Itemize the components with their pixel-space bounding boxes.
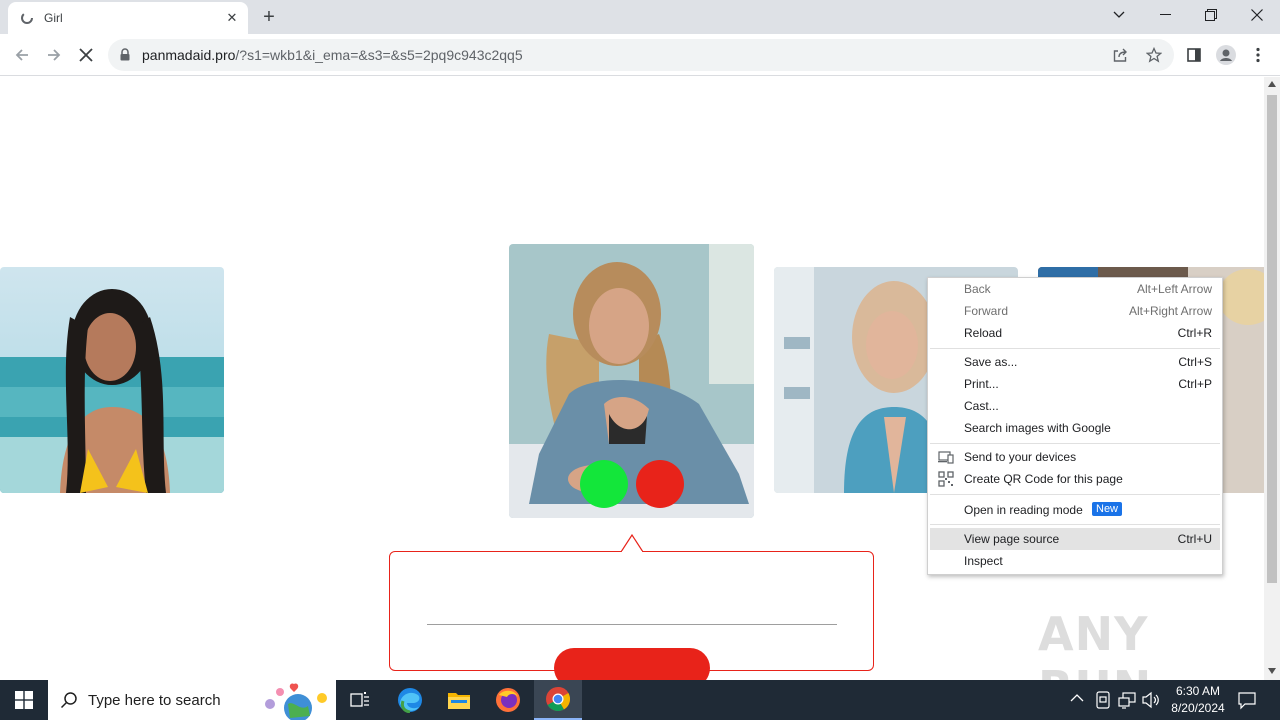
menu-item-label: Save as...: [964, 355, 1018, 369]
edge-icon[interactable]: [386, 680, 434, 720]
qr-code-icon: [938, 471, 954, 487]
menu-item-label: Reload: [964, 326, 1003, 340]
menu-item-shortcut: Ctrl+R: [1177, 326, 1212, 340]
minimize-button[interactable]: [1142, 0, 1188, 30]
popup-pointer: [620, 534, 644, 552]
chrome-icon[interactable]: [534, 680, 582, 720]
browser-toolbar: panmadaid.pro/?s1=wkb1&i_ema=&s3=&s5=2pq…: [0, 34, 1280, 76]
url-host: panmadaid.pro: [142, 47, 236, 63]
menu-item-shortcut: Ctrl+U: [1177, 532, 1212, 546]
task-view-icon[interactable]: [336, 680, 384, 720]
scroll-thumb[interactable]: [1267, 95, 1277, 583]
menu-item-shortcut: Alt+Right Arrow: [1128, 304, 1212, 318]
menu-item-forward[interactable]: Forward Alt+Right Arrow: [930, 300, 1220, 322]
more-menu-icon[interactable]: [1245, 42, 1271, 68]
menu-item-view-source[interactable]: View page source Ctrl+U: [930, 528, 1220, 550]
menu-item-shortcut: Alt+Left Arrow: [1136, 282, 1212, 296]
clock-date: 8/20/2024: [1171, 701, 1225, 715]
menu-item-label: View page source: [964, 532, 1060, 546]
search-icon: [60, 692, 77, 709]
tab-strip: Girl ✕ +: [0, 0, 1280, 34]
share-icon[interactable]: [1112, 47, 1128, 66]
menu-item-save-as[interactable]: Save as... Ctrl+S: [930, 351, 1220, 373]
popup-action-button[interactable]: [554, 648, 710, 680]
new-badge: New: [1092, 502, 1123, 516]
windows-logo-icon: [15, 691, 33, 709]
popup-divider: [427, 624, 837, 625]
restore-button[interactable]: [1188, 0, 1234, 30]
file-explorer-icon[interactable]: [435, 680, 483, 720]
network-icon[interactable]: [1118, 691, 1136, 712]
menu-item-shortcut: Ctrl+S: [1178, 355, 1212, 369]
back-arrow-icon[interactable]: [9, 42, 35, 68]
menu-item-reload[interactable]: Reload Ctrl+R: [930, 322, 1220, 344]
watermark: ANY RUN: [1038, 607, 1151, 680]
address-bar[interactable]: panmadaid.pro/?s1=wkb1&i_ema=&s3=&s5=2pq…: [108, 39, 1174, 71]
url-path: /?s1=wkb1&i_ema=&s3=&s5=2pq9c943c2qq5: [235, 47, 523, 63]
forward-arrow-icon[interactable]: [41, 42, 67, 68]
menu-item-print[interactable]: Print... Ctrl+P: [930, 373, 1220, 395]
close-window-button[interactable]: [1234, 0, 1280, 30]
page-scrollbar[interactable]: [1264, 77, 1280, 680]
stop-loading-icon[interactable]: [73, 42, 99, 68]
taskbar: Type here to search 6:30 AM 8/20/2024: [0, 680, 1280, 720]
scroll-down-icon[interactable]: [1268, 668, 1276, 674]
menu-separator: [930, 524, 1220, 525]
reject-button[interactable]: [636, 460, 684, 508]
profile-photo-main[interactable]: [509, 244, 754, 518]
loading-favicon-icon: [21, 12, 33, 24]
menu-item-label: Cast...: [964, 399, 999, 413]
volume-icon[interactable]: [1142, 691, 1160, 712]
menu-item-label: Send to your devices: [964, 450, 1077, 464]
menu-item-cast[interactable]: Cast...: [930, 395, 1220, 417]
menu-item-label: Open in reading mode: [964, 503, 1083, 517]
menu-separator: [930, 494, 1220, 495]
accept-button[interactable]: [580, 460, 628, 508]
bookmark-star-icon[interactable]: [1145, 46, 1163, 66]
menu-item-shortcut: Ctrl+P: [1178, 377, 1212, 391]
menu-item-back[interactable]: Back Alt+Left Arrow: [930, 278, 1220, 300]
show-hidden-icons-icon[interactable]: [1070, 692, 1084, 706]
system-clock[interactable]: 6:30 AM 8/20/2024: [1160, 683, 1236, 717]
tab-search-icon[interactable]: [1096, 0, 1142, 30]
lock-icon[interactable]: [120, 48, 130, 61]
notifications-icon[interactable]: [1237, 690, 1257, 713]
start-button[interactable]: [0, 680, 48, 720]
menu-item-inspect[interactable]: Inspect: [930, 550, 1220, 572]
meet-now-icon[interactable]: [1095, 691, 1111, 712]
browser-tab[interactable]: Girl ✕: [8, 2, 248, 34]
side-panel-icon[interactable]: [1181, 42, 1207, 68]
search-highlight-icon: [265, 683, 327, 720]
menu-separator: [930, 443, 1220, 444]
taskbar-search[interactable]: Type here to search: [48, 680, 336, 720]
menu-separator: [930, 348, 1220, 349]
menu-item-send-to-devices[interactable]: Send to your devices: [930, 446, 1220, 468]
tab-close-icon[interactable]: ✕: [224, 10, 240, 26]
menu-item-label: Inspect: [964, 554, 1003, 568]
menu-item-label: Print...: [964, 377, 999, 391]
menu-item-create-qr[interactable]: Create QR Code for this page: [930, 468, 1220, 490]
menu-item-label: Forward: [964, 304, 1009, 318]
menu-item-label: Create QR Code for this page: [964, 472, 1123, 486]
profile-photo-left[interactable]: [0, 267, 224, 493]
context-menu: Back Alt+Left Arrow Forward Alt+Right Ar…: [927, 277, 1223, 575]
tab-title: Girl: [44, 11, 63, 25]
firefox-icon[interactable]: [484, 680, 532, 720]
menu-item-label: Search images with Google: [964, 421, 1111, 435]
new-tab-button[interactable]: +: [258, 6, 280, 28]
scroll-up-icon[interactable]: [1268, 81, 1276, 87]
profile-avatar-icon[interactable]: [1213, 42, 1239, 68]
devices-icon: [938, 451, 954, 464]
menu-item-reading-mode[interactable]: Open in reading mode New: [930, 499, 1220, 521]
clock-time: 6:30 AM: [1175, 684, 1221, 698]
menu-item-search-images[interactable]: Search images with Google: [930, 417, 1220, 439]
menu-item-label: Back: [964, 282, 991, 296]
url-text: panmadaid.pro/?s1=wkb1&i_ema=&s3=&s5=2pq…: [142, 47, 523, 63]
search-placeholder: Type here to search: [88, 692, 221, 709]
